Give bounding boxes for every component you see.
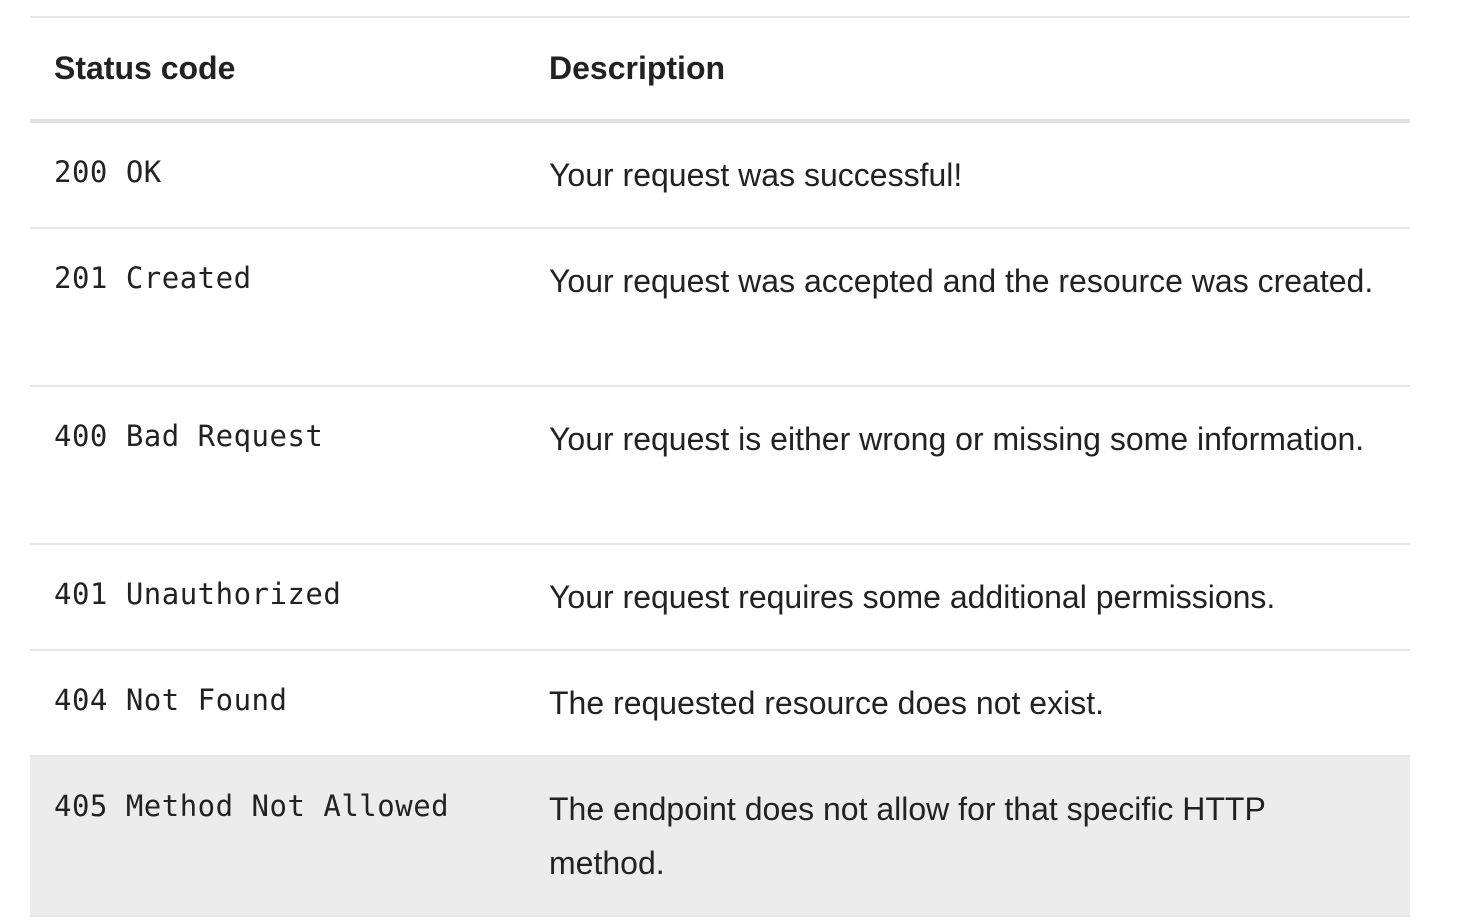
description-cell: Your request is either wrong or missing …: [525, 386, 1410, 545]
column-header-description: Description: [525, 17, 1410, 123]
table-header-row: Status code Description: [30, 17, 1410, 123]
description-cell: The requested resource does not exist.: [525, 650, 1410, 757]
table-row: 400 Bad Request Your request is either w…: [30, 386, 1410, 545]
column-header-status-code: Status code: [30, 17, 525, 123]
status-code-cell: 404 Not Found: [30, 650, 525, 757]
status-code-cell: 201 Created: [30, 228, 525, 387]
status-code-cell: 400 Bad Request: [30, 386, 525, 545]
status-codes-table-container: Status code Description 200 OK Your requ…: [30, 16, 1410, 917]
status-codes-table: Status code Description 200 OK Your requ…: [30, 16, 1410, 917]
table-row: 404 Not Found The requested resource doe…: [30, 650, 1410, 757]
description-cell: Your request was successful!: [525, 121, 1410, 229]
status-code-cell: 405 Method Not Allowed: [30, 756, 525, 917]
status-code-cell: 401 Unauthorized: [30, 544, 525, 651]
description-cell: Your request was accepted and the resour…: [525, 228, 1410, 387]
table-row: 200 OK Your request was successful!: [30, 121, 1410, 229]
table-row: 401 Unauthorized Your request requires s…: [30, 544, 1410, 651]
table-row: 201 Created Your request was accepted an…: [30, 228, 1410, 387]
table-row-highlighted: 405 Method Not Allowed The endpoint does…: [30, 756, 1410, 917]
status-code-cell: 200 OK: [30, 121, 525, 229]
description-cell: Your request requires some additional pe…: [525, 544, 1410, 651]
description-cell: The endpoint does not allow for that spe…: [525, 756, 1410, 917]
table-header: Status code Description: [30, 17, 1410, 123]
table-body: 200 OK Your request was successful! 201 …: [30, 121, 1410, 917]
